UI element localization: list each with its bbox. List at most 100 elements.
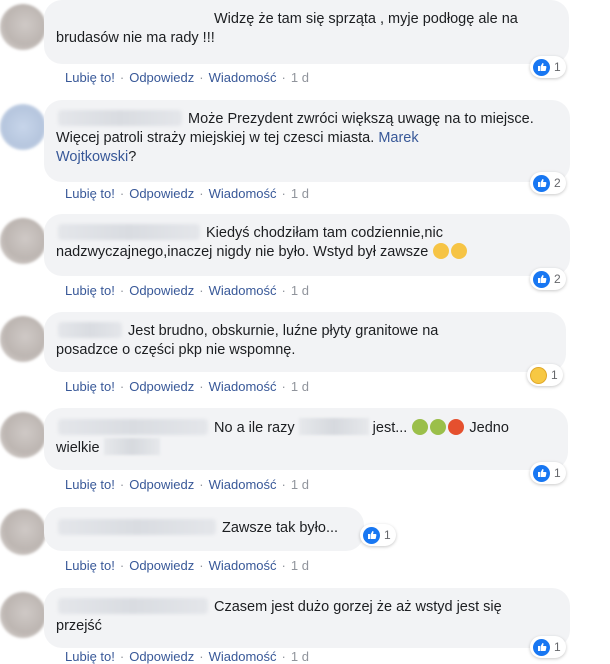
separator: ·	[199, 379, 204, 394]
comment-bubble: Może Prezydent zwróci większą uwagę na t…	[44, 100, 570, 182]
avatar[interactable]	[0, 509, 46, 555]
author-name[interactable]	[58, 110, 182, 126]
message-link[interactable]: Wiadomość	[209, 649, 277, 664]
timestamp[interactable]: 1 d	[291, 379, 309, 394]
avatar[interactable]	[0, 218, 46, 264]
message-link[interactable]: Wiadomość	[209, 186, 277, 201]
comment-text-line1b: jest...	[372, 420, 408, 436]
reply-link[interactable]: Odpowiedz	[129, 70, 194, 85]
reaction-count[interactable]: 2	[530, 268, 566, 290]
reply-link[interactable]: Odpowiedz	[129, 477, 194, 492]
separator: ·	[119, 379, 125, 394]
reply-link[interactable]: Odpowiedz	[129, 186, 194, 201]
author-name[interactable]	[58, 224, 200, 240]
haha-reaction-icon	[530, 366, 547, 384]
separator: ·	[199, 186, 204, 201]
message-link[interactable]: Wiadomość	[209, 558, 277, 573]
like-link[interactable]: Lubię to!	[65, 477, 115, 492]
comment-text-line1a: No a ile razy	[214, 420, 295, 436]
reaction-count[interactable]: 1	[530, 56, 566, 78]
timestamp[interactable]: 1 d	[291, 477, 309, 492]
separator: ·	[119, 477, 125, 492]
timestamp[interactable]: 1 d	[291, 186, 309, 201]
like-reaction-icon	[533, 638, 550, 656]
reply-link[interactable]: Odpowiedz	[129, 283, 194, 298]
comment-text-line2: brudasów nie ma rady !!!	[56, 30, 215, 46]
like-reaction-icon	[533, 464, 550, 482]
comment-text-line2: nadzwyczajnego,inaczej nigdy nie było. W…	[56, 244, 429, 260]
reaction-number: 1	[554, 466, 561, 480]
mention-link-cont[interactable]: Wojtkowski	[56, 149, 128, 165]
reply-link[interactable]: Odpowiedz	[129, 558, 194, 573]
timestamp[interactable]: 1 d	[291, 649, 309, 664]
triumph-emoji-icon	[433, 243, 450, 259]
like-link[interactable]: Lubię to!	[65, 70, 115, 85]
comment-text-line2: Więcej patroli straży miejskiej w tej cz…	[56, 130, 375, 146]
separator: ·	[119, 649, 125, 664]
crying-emoji-icon	[451, 243, 468, 259]
redacted-text	[103, 438, 160, 455]
comment-bubble: Widzę że tam się sprząta , myje podłogę …	[44, 0, 569, 64]
reaction-number: 1	[384, 528, 391, 542]
comment-bubble: No a ile razy jest... Jedno wielkie	[44, 408, 568, 470]
timestamp[interactable]: 1 d	[291, 283, 309, 298]
separator: ·	[281, 379, 286, 394]
comment-actions: Lubię to! · Odpowiedz · Wiadomość · 1 d	[65, 70, 309, 85]
like-reaction-icon	[533, 270, 550, 288]
separator: ·	[281, 186, 286, 201]
timestamp[interactable]: 1 d	[291, 70, 309, 85]
like-reaction-icon	[533, 174, 550, 192]
comment-text-line1: Kiedyś chodziłam tam codziennie,nic	[206, 225, 443, 241]
separator: ·	[119, 70, 125, 85]
like-link[interactable]: Lubię to!	[65, 283, 115, 298]
like-reaction-icon	[363, 526, 380, 544]
comment-text-line1: Widzę że tam się sprząta , myje podłogę …	[214, 11, 518, 27]
message-link[interactable]: Wiadomość	[209, 477, 277, 492]
avatar[interactable]	[0, 316, 46, 362]
like-link[interactable]: Lubię to!	[65, 649, 115, 664]
reply-link[interactable]: Odpowiedz	[129, 379, 194, 394]
separator: ·	[199, 558, 204, 573]
reaction-count[interactable]: 2	[530, 172, 566, 194]
reaction-count[interactable]: 1	[530, 462, 566, 484]
nauseated-emoji-icon	[412, 419, 429, 435]
reaction-number: 1	[554, 60, 561, 74]
timestamp[interactable]: 1 d	[291, 558, 309, 573]
comment-text-line2: wielkie	[56, 440, 100, 456]
separator: ·	[281, 283, 286, 298]
like-link[interactable]: Lubię to!	[65, 379, 115, 394]
like-link[interactable]: Lubię to!	[65, 186, 115, 201]
reaction-number: 1	[554, 640, 561, 654]
nauseated-emoji-icon	[430, 419, 447, 435]
comment-text-line2: posadzce o części pkp nie wspomnę.	[56, 342, 296, 358]
avatar[interactable]	[0, 592, 46, 638]
reaction-count[interactable]: 1	[527, 364, 563, 386]
avatar[interactable]	[0, 104, 46, 150]
like-link[interactable]: Lubię to!	[65, 558, 115, 573]
separator: ·	[199, 283, 204, 298]
separator: ·	[199, 649, 204, 664]
reaction-count[interactable]: 1	[360, 524, 396, 546]
avatar[interactable]	[0, 412, 46, 458]
author-name[interactable]	[58, 519, 216, 535]
reaction-count[interactable]: 1	[530, 636, 566, 658]
separator: ·	[199, 70, 204, 85]
message-link[interactable]: Wiadomość	[209, 283, 277, 298]
comment-actions: Lubię to! · Odpowiedz · Wiadomość · 1 d	[65, 558, 309, 573]
mention-link[interactable]: Marek	[378, 130, 418, 146]
separator: ·	[281, 558, 286, 573]
reply-link[interactable]: Odpowiedz	[129, 649, 194, 664]
message-link[interactable]: Wiadomość	[209, 70, 277, 85]
message-link[interactable]: Wiadomość	[209, 379, 277, 394]
reaction-number: 2	[554, 176, 561, 190]
comment-text-line1: Zawsze tak było...	[222, 520, 339, 536]
like-reaction-icon	[533, 58, 550, 76]
comment-bubble: Czasem jest dużo gorzej że aż wstyd jest…	[44, 588, 570, 648]
author-name[interactable]	[58, 322, 122, 338]
author-name[interactable]	[58, 598, 208, 614]
comment-text-line1: Może Prezydent zwróci większą uwagę na t…	[188, 111, 534, 127]
comment-text-line1: Jest brudno, obskurnie, luźne płyty gran…	[128, 323, 439, 339]
author-name[interactable]	[58, 419, 208, 435]
comment-text-line2: przejść	[56, 618, 102, 634]
avatar[interactable]	[0, 4, 46, 50]
